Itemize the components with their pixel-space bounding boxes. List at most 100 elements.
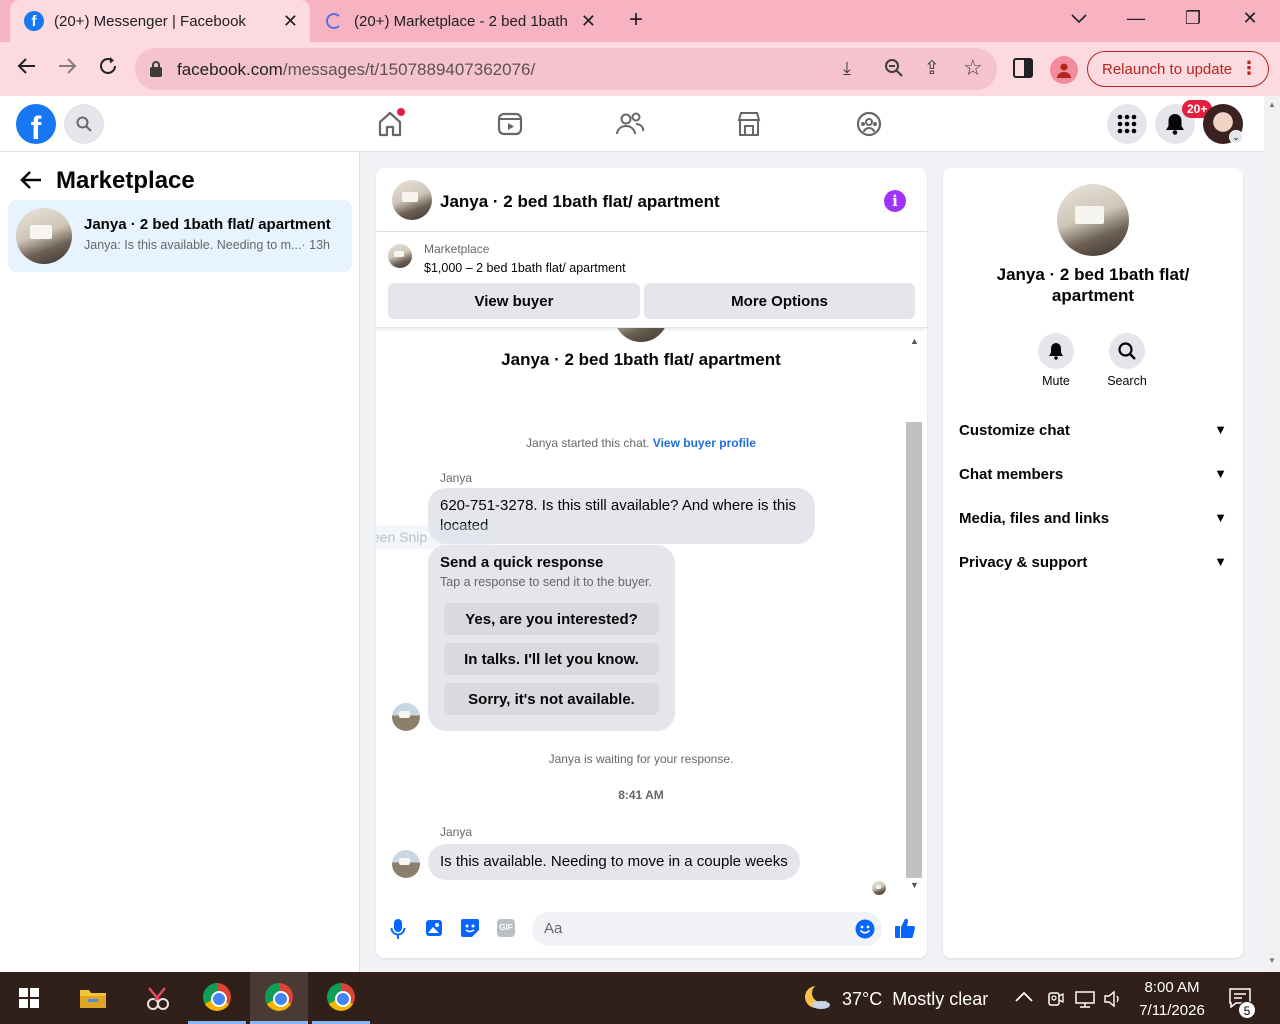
browser-tab-strip: f (20+) Messenger | Facebook ✕ (20+) Mar… <box>0 0 1280 42</box>
emoji-icon[interactable] <box>855 919 875 944</box>
kebab-menu-icon[interactable]: ⋮ <box>1240 58 1258 79</box>
reload-icon[interactable] <box>97 55 119 83</box>
section-label: Media, files and links <box>959 510 1110 527</box>
seen-avatar <box>872 881 886 895</box>
thumbs-up-icon[interactable] <box>894 917 916 944</box>
search-in-chat-button[interactable] <box>1109 333 1145 369</box>
quick-reply-button[interactable]: Yes, are you interested? <box>444 603 659 635</box>
bookmark-star-icon[interactable]: ☆ <box>963 55 983 81</box>
account-chevron-icon[interactable]: ⌄ <box>1229 130 1243 144</box>
tab-title: (20+) Marketplace - 2 bed 1bath <box>354 12 568 30</box>
close-tab-icon[interactable]: ✕ <box>581 11 596 32</box>
weather-text[interactable]: 37°C Mostly clear <box>842 989 988 1010</box>
gif-icon[interactable]: GIF <box>497 919 515 937</box>
sender-name: Janya <box>440 825 473 839</box>
show-hidden-icons-icon[interactable] <box>1015 989 1033 1007</box>
chrome-profile-app-icon[interactable] <box>250 972 308 1024</box>
relaunch-label: Relaunch to update <box>1102 60 1233 78</box>
tab-marketplace[interactable]: (20+) Marketplace - 2 bed 1bath ✕ <box>312 0 608 42</box>
groups-icon[interactable] <box>853 108 885 140</box>
url-host: facebook.com <box>177 60 283 79</box>
scroll-thumb[interactable] <box>906 422 922 878</box>
friends-icon[interactable] <box>614 108 646 140</box>
scroll-down-arrow-icon[interactable]: ▼ <box>910 880 919 890</box>
address-bar[interactable]: facebook.com/messages/t/1507889407362076… <box>135 48 997 90</box>
new-tab-icon[interactable]: + <box>624 6 648 34</box>
details-avatar <box>1057 184 1129 256</box>
file-explorer-icon[interactable] <box>64 972 122 1024</box>
network-icon[interactable] <box>1074 990 1096 1013</box>
menu-grid-button[interactable] <box>1107 104 1147 144</box>
forward-icon[interactable] <box>57 56 77 82</box>
volume-icon[interactable] <box>1103 990 1125 1013</box>
home-icon[interactable] <box>374 108 406 140</box>
sender-avatar <box>392 703 420 731</box>
microphone-icon[interactable] <box>390 918 406 945</box>
chrome-icon <box>203 982 231 1011</box>
mute-button[interactable] <box>1038 333 1074 369</box>
chevron-down-icon: ▼ <box>1214 510 1227 525</box>
relaunch-to-update-button[interactable]: Relaunch to update ⋮ <box>1087 51 1269 87</box>
browser-toolbar: facebook.com/messages/t/1507889407362076… <box>0 42 1280 96</box>
chrome-app-icon[interactable] <box>188 972 246 1024</box>
marketplace-icon[interactable] <box>733 108 765 140</box>
windows-start-icon[interactable] <box>0 972 58 1024</box>
info-icon[interactable]: i <box>884 190 906 212</box>
quick-reply-button[interactable]: In talks. I'll let you know. <box>444 643 659 675</box>
message-timestamp: 8:41 AM <box>618 788 664 802</box>
details-name: Janya · 2 bed 1bath flat/ apartment <box>996 265 1190 305</box>
weather-moon-icon[interactable] <box>802 984 832 1017</box>
restore-icon[interactable]: ❐ <box>1181 8 1205 29</box>
more-options-button[interactable]: More Options <box>644 283 915 319</box>
watch-icon[interactable] <box>494 108 526 140</box>
message-composer: GIF Aa <box>376 898 927 958</box>
snipping-tool-icon[interactable] <box>128 972 186 1024</box>
view-buyer-button[interactable]: View buyer <box>388 283 640 319</box>
close-tab-icon[interactable]: ✕ <box>283 11 298 32</box>
side-panel-icon[interactable] <box>1013 58 1033 84</box>
marketplace-listing-bar: Marketplace $1,000 – 2 bed 1bath flat/ a… <box>376 232 927 328</box>
image-icon[interactable] <box>425 918 443 943</box>
tab-search-chevron-icon[interactable] <box>1067 8 1091 29</box>
tab-messenger[interactable]: f (20+) Messenger | Facebook ✕ <box>10 0 310 42</box>
tab-title: (20+) Messenger | Facebook <box>54 12 246 30</box>
thread-header-name: Janya · 2 bed 1bath flat/ apartment <box>501 350 781 369</box>
privacy-support-section[interactable]: Privacy & support ▼ <box>959 554 1229 571</box>
camera-icon[interactable] <box>1046 990 1064 1011</box>
chat-panel: Janya · 2 bed 1bath flat/ apartment i Ma… <box>376 168 927 958</box>
zoom-icon[interactable] <box>884 58 904 84</box>
quick-response-title: Send a quick response <box>440 554 604 571</box>
customize-chat-section[interactable]: Customize chat ▼ <box>959 422 1229 439</box>
search-button[interactable] <box>64 104 104 144</box>
media-files-links-section[interactable]: Media, files and links ▼ <box>959 510 1229 527</box>
started-text: Janya started this chat. <box>526 436 650 450</box>
chat-scrollbar[interactable]: ▲ ▼ <box>904 336 924 890</box>
chat-members-section[interactable]: Chat members ▼ <box>959 466 1229 483</box>
sticker-icon[interactable] <box>460 918 480 943</box>
listing-title[interactable]: $1,000 – 2 bed 1bath flat/ apartment <box>424 261 626 275</box>
clock-time[interactable]: 8:00 AM <box>1136 979 1208 996</box>
scroll-up-arrow-icon[interactable]: ▲ <box>910 336 919 346</box>
install-app-icon[interactable]: ⤓ <box>843 58 851 79</box>
minimize-icon[interactable]: — <box>1124 8 1148 29</box>
share-icon[interactable]: ⇪ <box>924 57 940 80</box>
chat-avatar[interactable] <box>392 180 432 220</box>
clock-date[interactable]: 7/11/2026 <box>1132 1002 1212 1019</box>
view-buyer-profile-link[interactable]: View buyer profile <box>653 436 756 450</box>
conversation-item[interactable]: Janya · 2 bed 1bath flat/ apartment Jany… <box>8 200 352 272</box>
message-bubble[interactable]: Is this available. Needing to move in a … <box>428 844 800 880</box>
scroll-down-arrow-icon[interactable]: ▼ <box>1268 956 1276 965</box>
back-arrow-icon[interactable] <box>20 170 42 195</box>
back-icon[interactable] <box>17 56 37 82</box>
profile-avatar-icon[interactable] <box>1050 56 1078 84</box>
facebook-logo-icon[interactable]: f <box>16 104 56 144</box>
listing-thumbnail <box>16 208 72 264</box>
close-window-icon[interactable]: ✕ <box>1238 8 1262 29</box>
chrome-profile2-app-icon[interactable] <box>312 972 370 1024</box>
page-scrollbar[interactable]: ▲ ▼ <box>1264 96 1280 972</box>
mute-label: Mute <box>1042 374 1070 388</box>
chat-title[interactable]: Janya · 2 bed 1bath flat/ apartment <box>440 192 720 212</box>
scroll-up-arrow-icon[interactable]: ▲ <box>1268 100 1276 109</box>
quick-reply-button[interactable]: Sorry, it's not available. <box>444 683 659 715</box>
message-input[interactable]: Aa <box>532 912 882 946</box>
